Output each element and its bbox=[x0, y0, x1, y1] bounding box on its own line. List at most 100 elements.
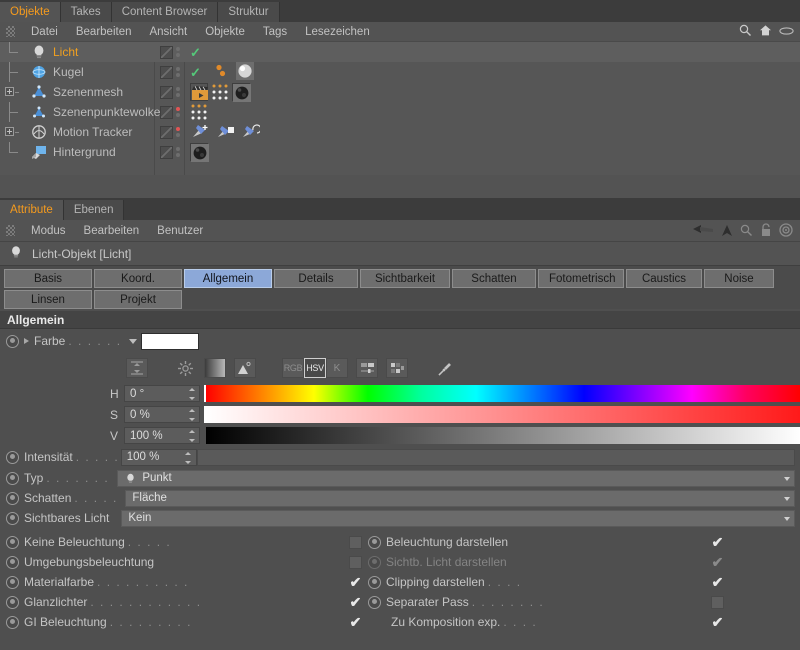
menu-bearbeiten[interactable]: Bearbeiten bbox=[75, 221, 149, 241]
color-wheel-icon[interactable] bbox=[174, 358, 196, 378]
checkbox-separater-pass[interactable]: Separater Pass . . . . . . . . bbox=[368, 595, 730, 609]
tab-noise[interactable]: Noise bbox=[704, 269, 774, 288]
animate-icon[interactable] bbox=[6, 575, 19, 589]
chevron-down-icon[interactable] bbox=[784, 476, 790, 481]
intensity-stepper[interactable] bbox=[185, 451, 192, 464]
visible-light-dropdown[interactable]: Kein bbox=[121, 509, 795, 527]
animate-icon[interactable] bbox=[6, 555, 19, 569]
tree-tag-toggle[interactable] bbox=[155, 125, 185, 139]
gradient-icon[interactable] bbox=[204, 358, 226, 378]
checkbox[interactable]: ✔ bbox=[349, 614, 362, 630]
checkbox-keine-beleuchtung[interactable]: Keine Beleuchtung . . . . . bbox=[6, 535, 368, 549]
visibility-toggle-icon[interactable] bbox=[160, 45, 173, 59]
tree-hierarchy[interactable] bbox=[0, 82, 30, 102]
tab-struktur[interactable]: Struktur bbox=[218, 2, 280, 22]
checkbox-glanzlichter[interactable]: Glanzlichter . . . . . . . . . . . . ✔ bbox=[6, 594, 368, 610]
checkbox-umgebungsbeleuchtung[interactable]: Umgebungsbeleuchtung bbox=[6, 555, 368, 569]
menu-tags[interactable]: Tags bbox=[254, 22, 296, 42]
tab-projekt[interactable]: Projekt bbox=[94, 290, 182, 309]
tab-schatten[interactable]: Schatten bbox=[452, 269, 536, 288]
picture-icon[interactable] bbox=[234, 358, 256, 378]
checkbox-clipping-darstellen[interactable]: Clipping darstellen . . . . ✔ bbox=[368, 574, 730, 590]
intensity-slider[interactable] bbox=[196, 448, 795, 466]
tab-caustics[interactable]: Caustics bbox=[626, 269, 702, 288]
up-arrow-icon[interactable] bbox=[721, 224, 733, 240]
tab-ebenen[interactable]: Ebenen bbox=[63, 200, 125, 220]
visibility-toggle-icon[interactable] bbox=[160, 65, 173, 79]
tree-tag-toggle[interactable] bbox=[155, 85, 185, 99]
menu-modus[interactable]: Modus bbox=[22, 221, 75, 241]
tab-linsen[interactable]: Linsen bbox=[4, 290, 92, 309]
checkbox[interactable]: ✔ bbox=[349, 594, 362, 610]
menu-ansicht[interactable]: Ansicht bbox=[140, 22, 196, 42]
tree-row-szenenpunktewolke[interactable]: Szenenpunktewolke bbox=[0, 102, 800, 122]
saturation-gradient-slider[interactable] bbox=[204, 406, 800, 423]
panel-grip[interactable] bbox=[6, 225, 15, 236]
tree-tag-toggle[interactable] bbox=[155, 105, 185, 119]
pin-add-icon[interactable] bbox=[190, 122, 210, 143]
render-dots-icon[interactable] bbox=[176, 147, 180, 157]
animate-icon[interactable] bbox=[6, 615, 19, 629]
menu-lesezeichen[interactable]: Lesezeichen bbox=[296, 22, 379, 42]
animate-icon[interactable] bbox=[6, 491, 19, 505]
eyedropper-icon[interactable] bbox=[434, 358, 456, 378]
material-sphere-icon[interactable] bbox=[235, 61, 254, 83]
tab-allgemein[interactable]: Allgemein bbox=[184, 269, 272, 288]
hsv-button[interactable]: HSV bbox=[304, 358, 326, 378]
tab-takes[interactable]: Takes bbox=[60, 2, 112, 22]
menu-objekte[interactable]: Objekte bbox=[196, 22, 254, 42]
animate-icon[interactable] bbox=[6, 471, 19, 485]
checkbox[interactable] bbox=[711, 595, 724, 609]
render-dots-icon[interactable] bbox=[176, 107, 180, 117]
checkbox[interactable]: ✔ bbox=[711, 614, 724, 630]
search-icon[interactable] bbox=[739, 24, 752, 37]
point-grid-icon[interactable] bbox=[211, 83, 229, 101]
checkbox[interactable]: ✔ bbox=[711, 534, 724, 550]
animate-icon[interactable] bbox=[6, 334, 19, 348]
checkbox-sichtb-licht-darstellen[interactable]: Sichtb. Licht darstellen ✔ bbox=[368, 554, 730, 570]
tab-attribute[interactable]: Attribute bbox=[0, 200, 64, 220]
hue-input[interactable]: 0 ° bbox=[124, 385, 200, 402]
search-icon[interactable] bbox=[740, 224, 753, 240]
vertex-map-icon[interactable] bbox=[213, 62, 231, 83]
pin-square-icon[interactable] bbox=[215, 122, 235, 143]
tree-hierarchy[interactable] bbox=[0, 122, 30, 142]
render-dots-icon[interactable] bbox=[176, 127, 180, 137]
hue-stepper[interactable] bbox=[188, 388, 195, 400]
chevron-down-icon[interactable] bbox=[784, 496, 790, 501]
render-dots-icon[interactable] bbox=[176, 67, 180, 77]
tree-row-motion-tracker[interactable]: Motion Tracker bbox=[0, 122, 800, 142]
visibility-toggle-icon[interactable] bbox=[160, 145, 173, 159]
mixer-icon[interactable] bbox=[356, 358, 378, 378]
shadow-dropdown[interactable]: Fläche bbox=[125, 489, 795, 507]
visibility-toggle-icon[interactable] bbox=[160, 105, 173, 119]
kelvin-button[interactable]: K bbox=[326, 358, 348, 378]
expand-icon[interactable] bbox=[5, 87, 14, 96]
checkbox-gi-beleuchtung[interactable]: GI Beleuchtung . . . . . . . . . ✔ bbox=[6, 614, 368, 630]
object-tree[interactable]: Licht ✓ Kugel ✓ Szenenmesh Szenenpunktew… bbox=[0, 42, 800, 175]
tree-tag-toggle[interactable] bbox=[155, 65, 185, 79]
target-icon[interactable] bbox=[779, 223, 793, 240]
swatches-icon[interactable] bbox=[386, 358, 408, 378]
animate-icon[interactable] bbox=[368, 575, 381, 589]
texture-sphere-icon[interactable] bbox=[232, 83, 251, 102]
pin-rotate-icon[interactable] bbox=[240, 122, 262, 143]
menu-bearbeiten[interactable]: Bearbeiten bbox=[67, 22, 141, 42]
animate-icon[interactable] bbox=[6, 511, 19, 525]
value-stepper[interactable] bbox=[188, 430, 195, 442]
value-gradient-slider[interactable] bbox=[206, 427, 800, 444]
saturation-input[interactable]: 0 % bbox=[124, 406, 200, 423]
intensity-input[interactable]: 100 % bbox=[120, 448, 197, 466]
color-swatch[interactable] bbox=[141, 332, 200, 350]
expand-triangle-icon[interactable] bbox=[24, 338, 29, 344]
chevron-down-icon[interactable] bbox=[784, 516, 790, 521]
tree-row-szenenmesh[interactable]: Szenenmesh bbox=[0, 82, 800, 102]
panel-grip[interactable] bbox=[6, 26, 15, 37]
tab-basis[interactable]: Basis bbox=[4, 269, 92, 288]
animate-icon[interactable] bbox=[368, 535, 381, 549]
visibility-toggle-icon[interactable] bbox=[160, 85, 173, 99]
rgb-button[interactable]: RGB bbox=[282, 358, 304, 378]
motion-clapper-icon[interactable] bbox=[190, 83, 208, 101]
texture-sphere-icon[interactable] bbox=[190, 143, 209, 162]
checkbox-materialfarbe[interactable]: Materialfarbe . . . . . . . . . . ✔ bbox=[6, 574, 368, 590]
